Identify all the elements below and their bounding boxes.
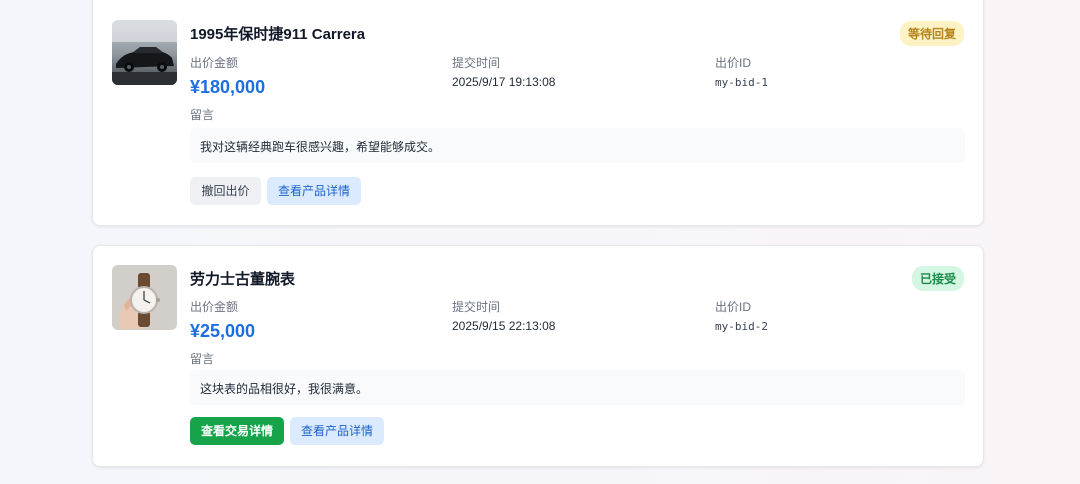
watch-image (112, 265, 177, 330)
product-thumbnail[interactable] (112, 20, 177, 85)
time-label: 提交时间 (452, 300, 501, 314)
bid-card: 劳力士古董腕表 已接受 出价金额 ¥25,000 提交时间 2025/9/15 … (92, 245, 984, 467)
withdraw-bid-button[interactable]: 撤回出价 (190, 177, 261, 205)
bid-amount-field: 出价金额 ¥180,000 (190, 54, 265, 98)
view-product-details-button[interactable]: 查看产品详情 (290, 417, 384, 445)
submit-time-field: 提交时间 2025/9/15 22:13:08 (452, 298, 555, 333)
submit-time-field: 提交时间 2025/9/17 19:13:08 (452, 54, 555, 89)
submit-time: 2025/9/17 19:13:08 (452, 75, 556, 89)
submit-time: 2025/9/15 22:13:08 (452, 319, 556, 333)
amount-label: 出价金额 (190, 300, 239, 314)
product-thumbnail[interactable] (112, 265, 177, 330)
message-label: 留言 (190, 108, 215, 122)
message-box: 这块表的品相很好，我很满意。 (190, 370, 965, 405)
amount-label: 出价金额 (190, 56, 239, 70)
product-title: 劳力士古董腕表 (190, 271, 296, 288)
time-label: 提交时间 (452, 56, 501, 70)
status-badge: 已接受 (911, 266, 964, 291)
bid-id-field: 出价ID my-bid-1 (715, 54, 768, 89)
view-product-details-button[interactable]: 查看产品详情 (267, 177, 361, 205)
bid-card: 1995年保时捷911 Carrera 等待回复 出价金额 ¥180,000 提… (92, 0, 984, 226)
message-label: 留言 (190, 352, 215, 366)
bid-id: my-bid-2 (715, 320, 768, 333)
id-label: 出价ID (715, 300, 752, 314)
message-box: 我对这辆经典跑车很感兴趣，希望能够成交。 (190, 128, 965, 163)
bid-amount: ¥25,000 (190, 321, 256, 341)
view-transaction-details-button[interactable]: 查看交易详情 (190, 417, 284, 445)
bid-id-field: 出价ID my-bid-2 (715, 298, 768, 333)
car-image (112, 20, 177, 85)
bid-amount: ¥180,000 (190, 77, 266, 97)
bid-id: my-bid-1 (715, 76, 768, 89)
bid-amount-field: 出价金额 ¥25,000 (190, 298, 255, 342)
status-badge: 等待回复 (899, 21, 964, 46)
product-title: 1995年保时捷911 Carrera (190, 26, 366, 43)
id-label: 出价ID (715, 56, 752, 70)
